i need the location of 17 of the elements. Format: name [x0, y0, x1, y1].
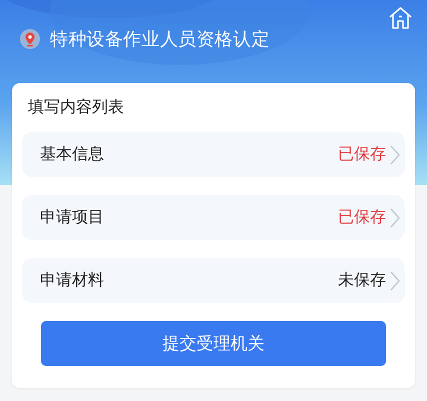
submit-button[interactable]: 提交受理机关 [41, 321, 386, 366]
chevron-right-icon [389, 206, 401, 228]
chevron-right-icon [389, 144, 401, 166]
save-status: 未保存 [338, 270, 386, 291]
section-label: 基本信息 [40, 144, 104, 165]
form-section-row[interactable]: 基本信息 已保存 [22, 132, 405, 177]
save-status: 已保存 [338, 207, 386, 228]
save-status: 已保存 [338, 144, 386, 165]
chevron-right-icon [389, 270, 401, 292]
card-title: 填写内容列表 [28, 97, 124, 118]
section-label: 申请材料 [40, 270, 104, 291]
form-section-row[interactable]: 申请项目 已保存 [22, 195, 405, 240]
home-icon[interactable] [388, 6, 413, 30]
page-title: 特种设备作业人员资格认定 [50, 28, 270, 51]
form-section-row[interactable]: 申请材料 未保存 [22, 258, 405, 303]
section-label: 申请项目 [40, 207, 104, 228]
location-pin-icon [20, 29, 40, 49]
